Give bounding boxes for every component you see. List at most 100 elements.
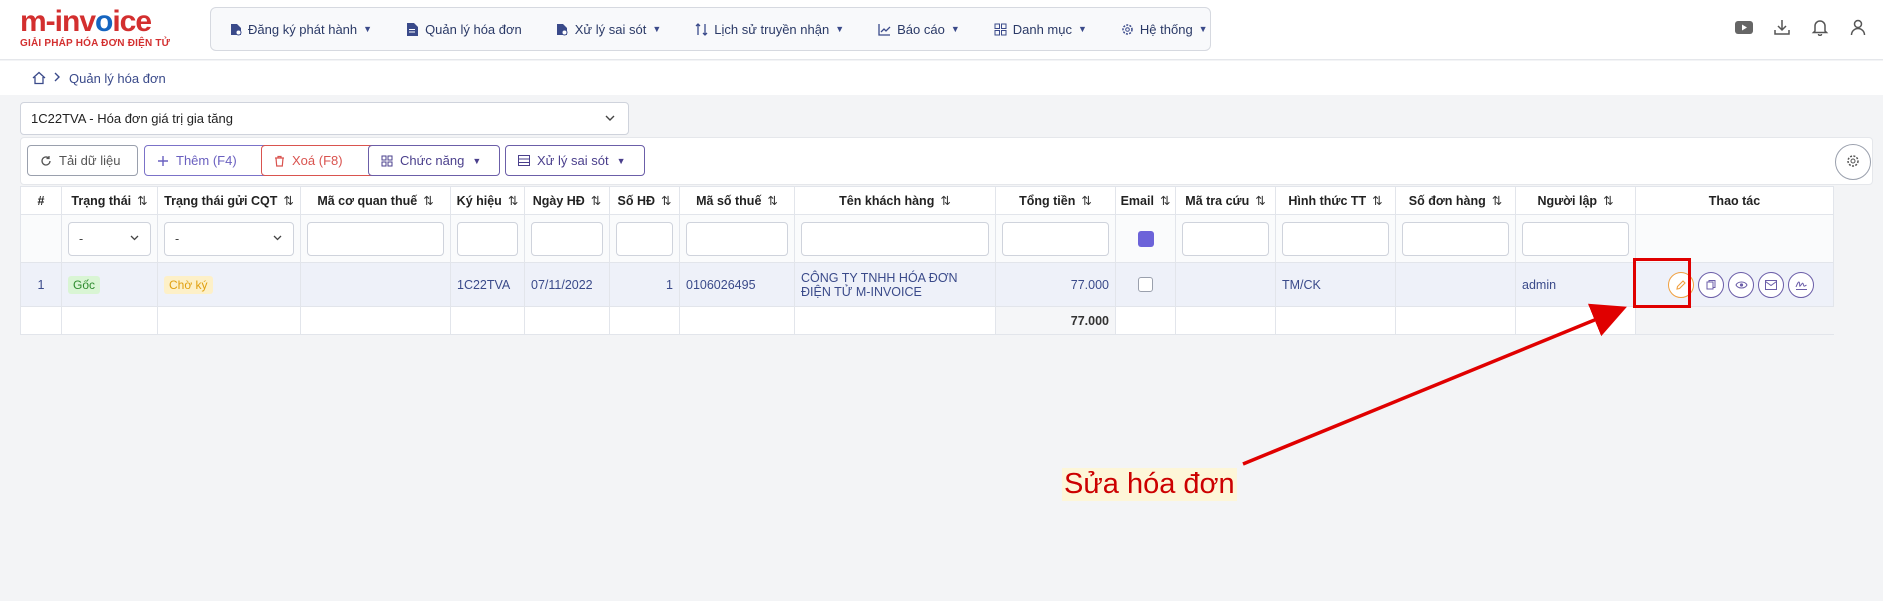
gear-icon	[1121, 23, 1134, 36]
creator-filter-input[interactable]	[1522, 221, 1629, 256]
mail-icon	[1765, 279, 1777, 290]
nav-item-system[interactable]: Hệ thống ▼	[1121, 22, 1208, 37]
refresh-icon	[40, 155, 52, 167]
col-header-symbol[interactable]: Ký hiệu ⇅	[450, 186, 525, 215]
header-actions	[1717, 16, 1869, 38]
delete-button[interactable]: Xoá (F8)	[261, 145, 379, 176]
payment-filter-input[interactable]	[1282, 221, 1389, 256]
col-header-number[interactable]: Số HĐ ⇅	[609, 186, 680, 215]
sum-total: 77.000	[995, 306, 1116, 335]
logo-tagline: GIẢI PHÁP HÓA ĐƠN ĐIỆN TỬ	[20, 38, 171, 49]
annotation-label: Sửa hóa đơn	[1062, 468, 1237, 501]
nav-item-history[interactable]: Lịch sử truyền nhận ▼	[695, 22, 844, 37]
col-header-customer[interactable]: Tên khách hàng ⇅	[794, 186, 996, 215]
customer-filter-input[interactable]	[801, 221, 989, 256]
sort-icon: ⇅	[940, 194, 951, 208]
user-icon[interactable]	[1847, 16, 1869, 38]
cqt-status-filter-select[interactable]: -	[164, 221, 294, 256]
chevron-down-icon	[272, 232, 283, 246]
col-header-date[interactable]: Ngày HĐ ⇅	[524, 186, 610, 215]
lookup-code-filter-input[interactable]	[1182, 221, 1269, 256]
home-icon[interactable]	[32, 71, 46, 85]
sign-invoice-button[interactable]	[1788, 271, 1814, 298]
col-header-status[interactable]: Trạng thái ⇅	[61, 186, 158, 215]
logo-wordmark: m-invoice	[20, 5, 152, 38]
bell-icon[interactable]	[1809, 16, 1831, 38]
col-header-order-number[interactable]: Số đơn hàng ⇅	[1395, 186, 1516, 215]
nav-item-catalog[interactable]: Danh mục ▼	[994, 22, 1087, 37]
nav-item-errors[interactable]: Xử lý sai sót ▼	[556, 22, 661, 37]
sort-icon: ⇅	[507, 194, 519, 208]
chevron-down-icon	[604, 112, 616, 127]
cell-tax-code: 0106026495	[679, 262, 795, 307]
cell-order-number	[1395, 262, 1516, 307]
cell-creator: admin	[1515, 262, 1636, 307]
nav-item-invoices[interactable]: Quản lý hóa đơn	[406, 22, 522, 37]
symbol-filter-input[interactable]	[457, 221, 518, 256]
chevron-down-icon: ▼	[652, 24, 662, 34]
cqt-status-badge: Chờ ký	[164, 275, 213, 294]
transfer-icon	[695, 22, 708, 36]
functions-button[interactable]: Chức năng ▼	[368, 145, 500, 176]
table-settings-button[interactable]	[1835, 144, 1871, 180]
chevron-down-icon	[129, 232, 140, 246]
col-header-email[interactable]: Email ⇅	[1115, 186, 1176, 215]
col-header-payment[interactable]: Hình thức TT ⇅	[1275, 186, 1396, 215]
brand-logo[interactable]: m-invoice GIẢI PHÁP HÓA ĐƠN ĐIỆN TỬ	[20, 5, 180, 50]
grid-icon	[994, 23, 1007, 36]
add-button[interactable]: Thêm (F4)	[144, 145, 273, 176]
sort-icon: ⇅	[1255, 194, 1266, 208]
col-header-creator[interactable]: Người lập ⇅	[1515, 186, 1636, 215]
list-icon	[518, 155, 530, 166]
download-icon[interactable]	[1771, 16, 1793, 38]
order-number-filter-input[interactable]	[1402, 221, 1509, 256]
invoice-template-select[interactable]: 1C22TVA - Hóa đơn giá trị gia tăng	[20, 102, 629, 135]
cell-date: 07/11/2022	[524, 262, 610, 307]
view-invoice-button[interactable]	[1728, 271, 1754, 298]
col-header-cqt-status[interactable]: Trạng thái gửi CQT ⇅	[157, 186, 301, 215]
chevron-down-icon: ▼	[472, 155, 482, 166]
cell-lookup-code	[1175, 262, 1276, 307]
email-invoice-button[interactable]	[1758, 271, 1784, 298]
sort-icon: ⇅	[661, 194, 672, 208]
reload-button[interactable]: Tải dữ liệu	[27, 145, 138, 176]
error-handling-button[interactable]: Xử lý sai sót ▼	[505, 145, 645, 176]
copy-invoice-button[interactable]	[1698, 271, 1724, 298]
email-filter-checkbox[interactable]	[1137, 230, 1154, 247]
sort-icon: ⇅	[283, 194, 294, 208]
chevron-down-icon: ▼	[616, 155, 626, 166]
status-badge: Gốc	[68, 275, 101, 294]
plus-icon	[157, 155, 169, 167]
eye-icon	[1734, 281, 1748, 288]
chevron-down-icon: ▼	[950, 24, 960, 34]
breadcrumb-current[interactable]: Quản lý hóa đơn	[69, 71, 166, 86]
chart-icon	[878, 23, 891, 36]
status-filter-select[interactable]: -	[68, 221, 151, 256]
col-header-tax-code[interactable]: Mã số thuế ⇅	[679, 186, 795, 215]
nav-item-register[interactable]: Đăng ký phát hành ▼	[229, 22, 372, 37]
date-filter-input[interactable]	[531, 221, 603, 256]
col-header-tax-office-code[interactable]: Mã cơ quan thuế ⇅	[300, 186, 451, 215]
invoice-icon	[406, 22, 419, 36]
col-header-total[interactable]: Tổng tiền ⇅	[995, 186, 1116, 215]
tax-office-code-filter-input[interactable]	[307, 221, 444, 256]
cell-total: 77.000	[995, 262, 1116, 307]
summary-row: 77.000	[20, 306, 1834, 335]
sort-icon: ⇅	[1081, 194, 1092, 208]
chevron-down-icon: ▼	[1077, 24, 1087, 34]
total-filter-input[interactable]	[1002, 221, 1109, 256]
cell-symbol: 1C22TVA	[450, 262, 525, 307]
file-register-icon	[229, 23, 242, 36]
gear-icon	[1846, 154, 1860, 171]
table-row[interactable]: 1 Gốc Chờ ký 1C22TVA 07/11/2022 1 010602…	[20, 262, 1834, 307]
tax-code-filter-input[interactable]	[686, 221, 788, 256]
email-checkbox[interactable]	[1138, 277, 1153, 292]
sort-icon: ⇅	[1372, 194, 1383, 208]
nav-item-reports[interactable]: Báo cáo ▼	[878, 22, 960, 37]
col-header-lookup-code[interactable]: Mã tra cứu ⇅	[1175, 186, 1276, 215]
number-filter-input[interactable]	[616, 221, 673, 256]
invoice-table: # Trạng thái ⇅ Trạng thái gửi CQT ⇅ Mã cơ …	[20, 186, 1834, 335]
filter-row: - -	[20, 214, 1834, 263]
chevron-right-icon	[54, 71, 61, 85]
youtube-icon[interactable]	[1733, 16, 1755, 38]
